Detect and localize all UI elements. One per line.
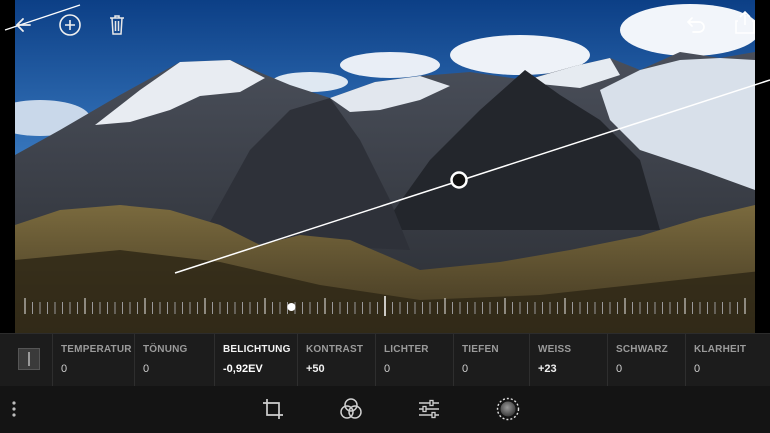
slider-label: WEISS <box>538 344 572 355</box>
crop-icon[interactable] <box>261 397 285 421</box>
slider-label: KLARHEIT <box>694 344 747 355</box>
slider-label: SCHWARZ <box>616 344 668 355</box>
slider-belichtung[interactable]: BELICHTUNG -0,92EV <box>214 334 297 386</box>
slider-thumb[interactable] <box>287 303 296 311</box>
slider-value: 0 <box>61 363 68 375</box>
adjustment-slider[interactable] <box>0 290 770 326</box>
slider-value: 0 <box>694 363 701 375</box>
slider-tiefen[interactable]: TIEFEN 0 <box>453 334 529 386</box>
mountain-photo <box>0 0 770 333</box>
photo-preview[interactable] <box>0 0 770 333</box>
adjustment-panel: TEMPERATUR 0 TÖNUNG 0 BELICHTUNG -0,92EV… <box>0 333 770 387</box>
share-icon[interactable] <box>733 10 757 36</box>
slider-temperatur[interactable]: TEMPERATUR 0 <box>52 334 134 386</box>
slider-lichter[interactable]: LICHTER 0 <box>375 334 453 386</box>
slider-label: TEMPERATUR <box>61 344 132 355</box>
slider-value: 0 <box>462 363 469 375</box>
slider-label: TIEFEN <box>462 344 499 355</box>
slider-toenung[interactable]: TÖNUNG 0 <box>134 334 214 386</box>
slider-label: LICHTER <box>384 344 429 355</box>
panel-toggle-icon[interactable] <box>18 348 40 370</box>
sliders-icon[interactable] <box>417 397 441 421</box>
slider-label: TÖNUNG <box>143 344 188 355</box>
trash-icon[interactable] <box>107 13 127 37</box>
dashed-circle-icon[interactable] <box>496 397 520 421</box>
slider-value: +50 <box>306 363 325 375</box>
slider-klarheit[interactable]: KLARHEIT 0 <box>685 334 760 386</box>
undo-icon[interactable] <box>684 12 708 36</box>
slider-value: -0,92EV <box>223 363 263 375</box>
plus-circle-icon[interactable] <box>58 13 82 37</box>
slider-value: 0 <box>143 363 150 375</box>
color-circles-icon[interactable] <box>339 397 363 421</box>
slider-label: BELICHTUNG <box>223 344 291 355</box>
slider-label: KONTRAST <box>306 344 364 355</box>
slider-value: 0 <box>616 363 623 375</box>
slider-kontrast[interactable]: KONTRAST +50 <box>297 334 375 386</box>
slider-value: +23 <box>538 363 557 375</box>
back-arrow-icon[interactable] <box>12 12 38 38</box>
more-vertical-icon[interactable] <box>4 397 24 421</box>
bottom-toolbar <box>0 386 770 433</box>
slider-value: 0 <box>384 363 391 375</box>
slider-schwarz[interactable]: SCHWARZ 0 <box>607 334 685 386</box>
slider-weiss[interactable]: WEISS +23 <box>529 334 607 386</box>
